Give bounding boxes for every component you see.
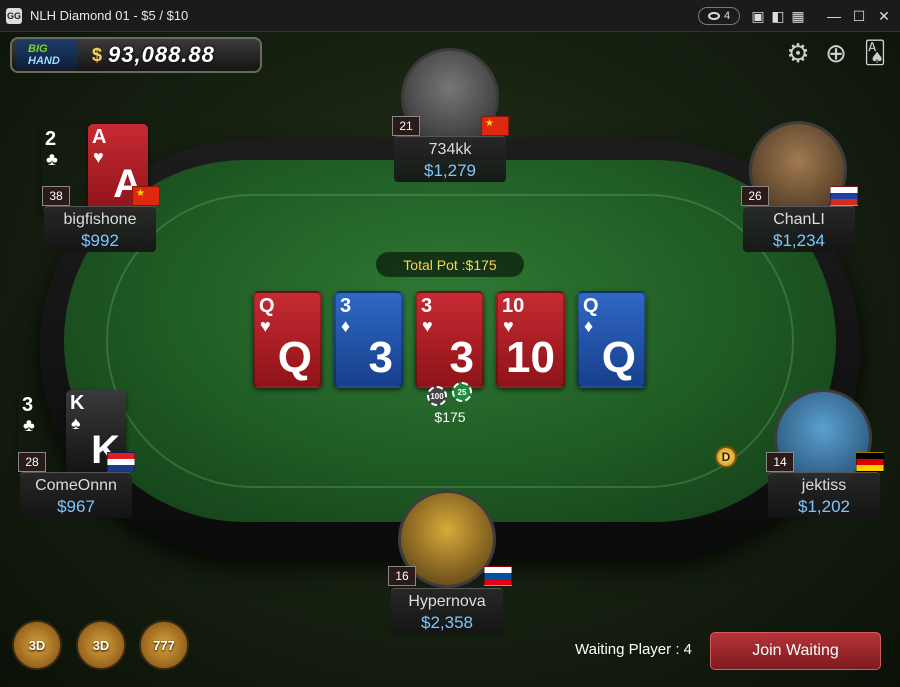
board-card: Q ♦ Q <box>577 291 646 388</box>
player-name: bigfishone <box>63 211 137 228</box>
player-name: jektiss <box>801 477 847 494</box>
layout-tile-icon[interactable]: ◧ <box>770 8 786 24</box>
flag-germany-icon <box>856 452 884 472</box>
chip-100: 100 <box>427 386 447 406</box>
dealer-button: D <box>715 446 737 468</box>
total-pot: Total Pot :$175 <box>376 252 524 277</box>
chip-25: 25 <box>452 382 472 402</box>
flag-china-icon <box>132 186 160 206</box>
player-nameplate-bottom[interactable]: Hypernova $2,358 <box>391 588 503 634</box>
board-card: 3 ♥ 3 <box>415 291 484 388</box>
player-nameplate-top[interactable]: 734kk $1,279 <box>394 136 506 182</box>
close-button[interactable]: ✕ <box>876 8 892 24</box>
player-chips: $1,234 <box>773 231 825 250</box>
title-bar: GG NLH Diamond 01 - $5 / $10 4 ▣ ◧ ▦ — ☐… <box>0 0 900 32</box>
player-name: ChanLI <box>773 211 825 228</box>
board-card: 10 ♥ 10 <box>496 291 565 388</box>
player-level: 28 <box>18 452 46 472</box>
player-nameplate-top-left[interactable]: bigfishone $992 <box>44 206 156 252</box>
layout-grid-icon[interactable]: ▦ <box>790 8 806 24</box>
board-card: 3 ♦ 3 <box>334 291 403 388</box>
player-nameplate-mid-right[interactable]: jektiss $1,202 <box>768 472 880 518</box>
player-nameplate-mid-left[interactable]: ComeOnnn $967 <box>20 472 132 518</box>
player-name: 734kk <box>428 141 472 158</box>
layout-cascade-icon[interactable]: ▣ <box>750 8 766 24</box>
waiting-player-count: Waiting Player : 4 <box>575 641 692 658</box>
player-chips: $992 <box>81 231 119 250</box>
bet-amount: $175 <box>434 409 466 425</box>
crosshair-icon[interactable]: ⊕ <box>821 38 851 68</box>
player-level: 21 <box>392 116 420 136</box>
maximize-button[interactable]: ☐ <box>851 8 867 24</box>
player-nameplate-top-right[interactable]: ChanLI $1,234 <box>743 206 855 252</box>
board-card: Q ♥ Q <box>253 291 322 388</box>
player-chips: $2,358 <box>421 613 473 632</box>
game-icon-777[interactable]: 777 <box>139 620 189 670</box>
player-chips: $1,279 <box>424 161 476 180</box>
window-title: NLH Diamond 01 - $5 / $10 <box>30 8 189 23</box>
flag-slovenia-icon <box>484 566 512 586</box>
player-level: 26 <box>741 186 769 206</box>
flag-china-icon <box>481 116 509 136</box>
balance-amount: 93,088.88 <box>108 42 215 67</box>
player-name: ComeOnnn <box>35 477 117 494</box>
eye-icon <box>707 12 720 20</box>
balance-panel: BIG HAND $ 93,088.88 <box>10 37 262 73</box>
card-icon[interactable]: 🂡 <box>860 38 890 68</box>
app-logo-icon: GG <box>6 7 22 24</box>
currency-symbol: $ <box>92 44 103 65</box>
join-waiting-button[interactable]: Join Waiting <box>710 632 881 670</box>
viewer-count[interactable]: 4 <box>698 7 740 25</box>
flag-russia-icon <box>830 186 858 206</box>
viewer-count-value: 4 <box>723 10 731 22</box>
gear-icon[interactable]: ⚙ <box>783 38 813 68</box>
player-level: 16 <box>388 566 416 586</box>
poker-table-window: GG NLH Diamond 01 - $5 / $10 4 ▣ ◧ ▦ — ☐… <box>0 0 900 687</box>
player-chips: $1,202 <box>798 497 850 516</box>
flag-croatia-icon <box>107 452 135 472</box>
player-name: Hypernova <box>408 593 486 610</box>
player-chips: $967 <box>57 497 95 516</box>
game-icon-3d-lion[interactable]: 3D <box>76 620 126 670</box>
game-icon-3d-dragon[interactable]: 3D <box>12 620 62 670</box>
minimize-button[interactable]: — <box>826 8 842 24</box>
player-level: 38 <box>42 186 70 206</box>
bighand-logo[interactable]: BIG HAND <box>16 40 78 70</box>
player-level: 14 <box>766 452 794 472</box>
